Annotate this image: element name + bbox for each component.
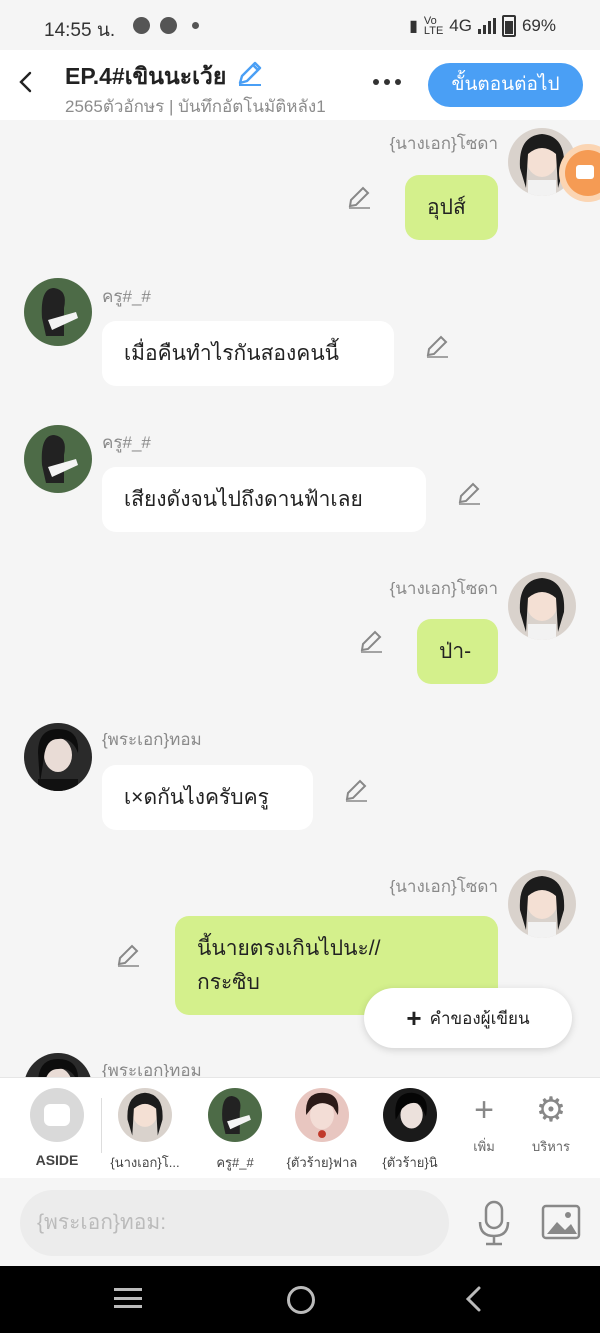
avatar-teacher[interactable] — [24, 425, 92, 493]
edit-message-pencil-icon[interactable] — [424, 333, 450, 359]
next-step-button[interactable]: ขั้นตอนต่อไป — [428, 63, 583, 107]
aside-icon — [30, 1088, 84, 1142]
character-label: {ตัวร้าย}นิ — [382, 1155, 438, 1170]
message-text-line: กระซิบ — [197, 970, 260, 994]
message-text: อุปส์ — [427, 196, 466, 219]
message-text: เ×ดกันไงครับครู — [124, 786, 269, 809]
image-icon[interactable] — [541, 1202, 581, 1242]
sender-name: {พระเอก}ทอม — [102, 730, 202, 749]
message-bubble[interactable]: เ×ดกันไงครับครู — [102, 765, 313, 830]
character-avatar — [383, 1088, 437, 1142]
character-label: ASIDE — [35, 1152, 79, 1168]
battery-level: 69% — [521, 16, 556, 35]
gear-icon: ⚙ — [535, 1091, 567, 1129]
back-arrow-icon[interactable] — [14, 70, 38, 94]
message-bubble[interactable]: เมื่อคืนทำไรกันสองคนนี้ — [102, 321, 394, 386]
status-right: ▮ Vo LTE 4G 69% — [409, 15, 556, 37]
floating-camera-button[interactable] — [565, 150, 600, 196]
edit-message-pencil-icon[interactable] — [358, 628, 384, 654]
add-label: เพิ่ม — [473, 1139, 495, 1154]
character-teacher[interactable]: ครู#_# — [190, 1088, 280, 1173]
message-text-line: นี้นายตรงเกินไปนะ// — [197, 936, 381, 960]
edit-message-pencil-icon[interactable] — [346, 184, 372, 210]
plus-icon: + — [474, 1091, 494, 1129]
messenger-icon — [133, 17, 150, 34]
status-bar: 14:55 น. ▮ Vo LTE 4G 69% — [0, 0, 600, 50]
notification-dot-icon — [192, 22, 199, 29]
message-text: เมื่อคืนทำไรกันสองคนนี้ — [124, 342, 340, 365]
character-villain-fal[interactable]: {ตัวร้าย}ฟาล — [277, 1088, 367, 1173]
character-villain-ni[interactable]: {ตัวร้าย}นิ — [365, 1088, 455, 1173]
edit-message-pencil-icon[interactable] — [115, 942, 141, 968]
vibrate-icon: ▮ — [409, 18, 418, 35]
battery-icon — [501, 15, 516, 37]
sender-name: {นางเอก}โซดา — [389, 579, 498, 598]
plus-icon: + — [406, 1003, 422, 1033]
chat-area[interactable]: {นางเอก}โซดา อุปส์ ครู#_# เมื่อคืนทำไรกั… — [0, 120, 600, 1077]
character-avatar — [295, 1088, 349, 1142]
manage-characters-button[interactable]: ⚙ บริหาร — [521, 1090, 581, 1157]
message-text: เสียงดังจนไปถึงดานฟ้าเลย — [124, 488, 363, 511]
character-selector-bar: ASIDE {นางเอก}โ... ครู#_# {ตัวร้าย}ฟาล {… — [0, 1077, 600, 1180]
message-bubble[interactable]: อุปส์ — [405, 175, 498, 240]
character-soda[interactable]: {นางเอก}โ... — [100, 1088, 190, 1173]
message-input-bar: {พระเอก}ทอม: — [0, 1178, 600, 1266]
avatar-soda[interactable] — [508, 870, 576, 938]
avatar-soda[interactable] — [508, 572, 576, 640]
message-input[interactable]: {พระเอก}ทอม: — [20, 1190, 449, 1256]
sender-name: ครู#_# — [102, 433, 151, 452]
episode-subtitle: 2565ตัวอักษร | บันทึกอัตโนมัติหลัง1 — [65, 97, 326, 116]
network-label: 4G — [449, 16, 472, 35]
writer-note-button[interactable]: + คำของผู้เขียน — [364, 988, 572, 1048]
edit-title-pencil-icon[interactable] — [236, 59, 264, 87]
sender-name: ครู#_# — [102, 287, 151, 306]
character-label: {นางเอก}โ... — [110, 1155, 180, 1170]
recent-apps-icon[interactable] — [114, 1288, 142, 1308]
line-icon — [160, 17, 177, 34]
add-character-button[interactable]: + เพิ่ม — [454, 1090, 514, 1157]
avatar-tom[interactable] — [24, 723, 92, 791]
avatar-teacher[interactable] — [24, 278, 92, 346]
home-icon[interactable] — [287, 1286, 315, 1314]
edit-message-pencil-icon[interactable] — [456, 480, 482, 506]
volte-icon: Vo LTE — [423, 15, 444, 37]
message-bubble[interactable]: เสียงดังจนไปถึงดานฟ้าเลย — [102, 467, 426, 532]
nav-back-icon[interactable] — [462, 1285, 486, 1313]
character-label: ครู#_# — [216, 1155, 254, 1170]
microphone-icon[interactable] — [476, 1200, 512, 1246]
character-avatar — [118, 1088, 172, 1142]
system-nav-bar — [0, 1266, 600, 1333]
signal-icon — [477, 18, 496, 34]
sender-name: {นางเอก}โซดา — [389, 877, 498, 896]
avatar-soda[interactable] — [508, 128, 576, 196]
episode-title: EP.4#เขินนะเว้ย — [65, 63, 227, 89]
more-options-icon[interactable] — [373, 79, 401, 85]
edit-message-pencil-icon[interactable] — [343, 777, 369, 803]
manage-label: บริหาร — [531, 1139, 571, 1154]
writer-note-label: คำของผู้เขียน — [429, 1008, 530, 1028]
sender-name: {พระเอก}ทอม — [102, 1061, 202, 1077]
sender-name: {นางเอก}โซดา — [389, 134, 498, 153]
character-label: {ตัวร้าย}ฟาล — [286, 1155, 358, 1170]
status-time: 14:55 น. — [44, 20, 116, 41]
character-avatar — [208, 1088, 262, 1142]
avatar-tom[interactable] — [24, 1053, 92, 1077]
app-header: EP.4#เขินนะเว้ย 2565ตัวอักษร | บันทึกอัต… — [0, 50, 600, 120]
message-text: ป่า- — [439, 640, 472, 663]
message-bubble[interactable]: ป่า- — [417, 619, 498, 684]
character-aside[interactable]: ASIDE — [12, 1088, 102, 1168]
